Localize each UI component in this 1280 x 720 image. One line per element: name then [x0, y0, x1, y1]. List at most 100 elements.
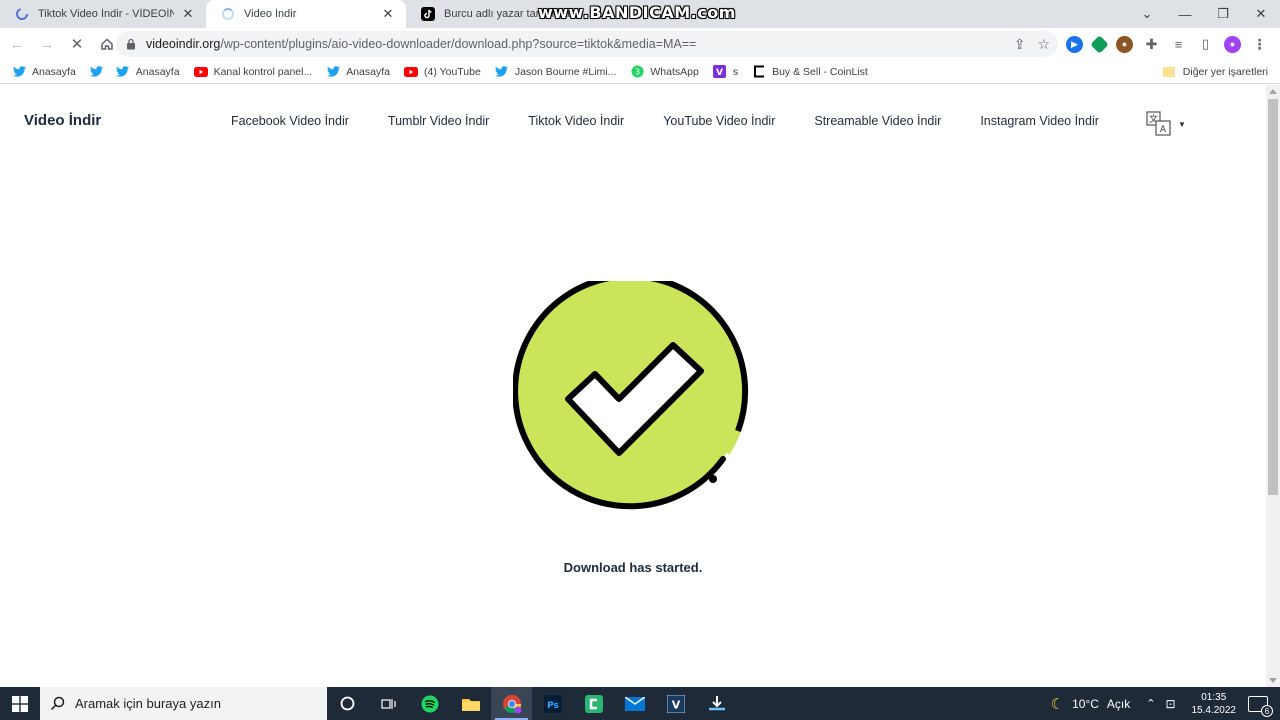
bookmark-item[interactable]: V s [713, 65, 738, 79]
taskbar-search[interactable]: Aramak için buraya yazın [40, 687, 327, 720]
close-window-icon[interactable]: ✕ [1242, 6, 1280, 22]
windows-start-icon[interactable] [0, 687, 40, 720]
url-text: videoindir.org/wp-content/plugins/aio-vi… [146, 37, 697, 51]
back-arrow-icon[interactable]: ← [4, 31, 30, 57]
svg-text:A: A [1160, 125, 1167, 135]
chrome-icon[interactable] [491, 687, 532, 720]
other-bookmarks-label: Diğer yer işaretleri [1182, 66, 1268, 78]
bookmark-item[interactable]: 3 WhatsApp [630, 65, 699, 79]
bookmark-item[interactable]: Anasayfa [326, 65, 390, 79]
scrollbar-thumb[interactable] [1268, 99, 1278, 495]
bookmark-label: Jason Bourne #Limi... [514, 65, 617, 78]
forward-arrow-icon[interactable]: → [34, 31, 60, 57]
reading-list-icon[interactable]: ≡ [1170, 36, 1187, 53]
network-icon[interactable]: ⊡ [1165, 697, 1175, 711]
bookmark-label: Anasayfa [135, 65, 180, 78]
tab-search-chevron-icon[interactable]: ⌄ [1128, 6, 1166, 22]
success-check-icon [513, 281, 749, 510]
camtasia-icon[interactable] [573, 687, 614, 720]
nav-tiktok-video-indir[interactable]: Tiktok Video İndir [528, 114, 624, 128]
tiktok-icon [420, 6, 436, 22]
language-selector[interactable]: 文 A ▼ [1146, 111, 1186, 137]
nav-instagram-video-indir[interactable]: Instagram Video İndir [980, 114, 1099, 128]
bookmark-item[interactable]: Kanal kontrol panel... [193, 65, 312, 79]
task-view-icon[interactable] [368, 687, 409, 720]
windows-taskbar: Aramak için buraya yazın Ps V ☾ 10°C Açı… [0, 687, 1280, 720]
bookmark-label: s [732, 65, 739, 78]
nav-youtube-video-indir[interactable]: YouTube Video İndir [663, 114, 775, 128]
browser-tab-strip: Tiktok Video İndir - VİDEOİNDİR. ✕ Video… [0, 0, 1280, 28]
nav-tumblr-video-indir[interactable]: Tumblr Video İndir [388, 114, 489, 128]
share-icon[interactable]: ⇪ [1014, 36, 1026, 53]
twitter-icon [116, 65, 130, 79]
tab-video-indir[interactable]: Video İndir ✕ [206, 0, 406, 28]
twitter-icon [495, 65, 509, 79]
system-tray: ☾ 10°C Açık ⌃ ⊡ 01:35 15.4.2022 6 [1051, 687, 1280, 720]
mail-icon[interactable] [614, 687, 655, 720]
bookmark-item[interactable]: Buy & Sell - CoinList [752, 65, 868, 79]
search-icon [50, 696, 65, 711]
nav-facebook-video-indir[interactable]: Facebook Video İndir [231, 114, 349, 128]
tab-title: Tiktok Video İndir - VİDEOİNDİR. [38, 8, 174, 20]
bookmark-item[interactable] [90, 65, 110, 79]
youtube-icon [404, 65, 418, 79]
site-logo[interactable]: Video İndir [24, 112, 101, 129]
extension-icon[interactable] [1090, 34, 1109, 54]
cookie-extension-icon[interactable]: ● [1116, 35, 1133, 53]
restore-icon[interactable]: ❐ [1204, 6, 1242, 22]
file-explorer-icon[interactable] [450, 687, 491, 720]
tab-close-icon[interactable]: ✕ [380, 6, 396, 22]
weather-widget[interactable]: ☾ 10°C Açık [1051, 695, 1131, 713]
page-scrollbar[interactable] [1266, 85, 1280, 687]
chevron-up-icon[interactable]: ⌃ [1146, 697, 1155, 710]
bookmark-item[interactable]: Anasayfa [12, 65, 76, 79]
tab-close-icon[interactable]: ✕ [180, 6, 196, 22]
bookmark-item[interactable]: Anasayfa [116, 65, 180, 79]
twitter-icon [326, 65, 340, 79]
vegas-icon[interactable]: V [655, 687, 696, 720]
puzzle-extensions-icon[interactable]: ✚ [1143, 36, 1160, 53]
notification-center-icon[interactable]: 6 [1248, 695, 1273, 717]
folder-icon [1162, 67, 1175, 77]
viber-icon: V [713, 65, 727, 79]
svg-text:3: 3 [635, 68, 640, 77]
search-placeholder: Aramak için buraya yazın [75, 696, 221, 711]
scroll-down-arrow-icon[interactable] [1269, 678, 1277, 683]
photoshop-icon[interactable]: Ps [532, 687, 573, 720]
scroll-up-arrow-icon[interactable] [1269, 89, 1277, 94]
site-nav: Facebook Video İndir Tumblr Video İndir … [231, 114, 1138, 128]
weather-temp: 10°C [1072, 696, 1099, 711]
other-bookmarks-folder[interactable]: Diğer yer işaretleri [1162, 60, 1268, 84]
bookmark-item[interactable]: (4) YouTube [404, 65, 481, 79]
bookmark-label: Anasayfa [32, 65, 76, 78]
bookmark-label: Buy & Sell - CoinList [772, 65, 868, 78]
translate-icon: 文 A [1146, 111, 1171, 136]
minimize-icon[interactable]: — [1166, 7, 1204, 22]
spotify-icon[interactable] [409, 687, 450, 720]
bookmark-label: Anasayfa [346, 65, 390, 78]
side-panel-icon[interactable]: ▯ [1197, 36, 1214, 53]
bookmark-star-icon[interactable]: ☆ [1037, 36, 1050, 53]
bookmark-item[interactable]: Jason Bourne #Limi... [495, 65, 617, 79]
youtube-icon [193, 65, 208, 79]
lock-icon [127, 38, 135, 50]
weather-desc: Açık [1106, 696, 1131, 711]
bookmark-label: (4) YouTube [424, 65, 481, 78]
nav-streamable-video-indir[interactable]: Streamable Video İndir [814, 114, 941, 128]
tab-tiktok-video-indir[interactable]: Tiktok Video İndir - VİDEOİNDİR. ✕ [0, 0, 206, 28]
stop-loading-icon[interactable]: ✕ [64, 31, 90, 57]
coinlist-icon [752, 65, 766, 79]
svg-text:V: V [671, 698, 680, 711]
web-page: Video İndir Facebook Video İndir Tumblr … [0, 85, 1266, 687]
caret-down-icon: ▼ [1178, 119, 1186, 129]
cortana-icon[interactable] [327, 687, 368, 720]
bookmarks-bar: Anasayfa Anasayfa Kanal kontrol panel...… [0, 60, 1280, 84]
menu-dots-icon[interactable]: ⋮ [1251, 36, 1268, 53]
downloader-app-icon[interactable] [696, 687, 737, 720]
svg-text:Ps: Ps [547, 701, 559, 711]
extension-icon[interactable]: ▶ [1066, 35, 1083, 53]
clock-date: 15.4.2022 [1191, 704, 1237, 716]
profile-avatar-icon[interactable]: ● [1224, 35, 1241, 53]
address-bar[interactable]: videoindir.org/wp-content/plugins/aio-vi… [116, 31, 1058, 57]
clock[interactable]: 01:35 15.4.2022 [1192, 691, 1237, 717]
